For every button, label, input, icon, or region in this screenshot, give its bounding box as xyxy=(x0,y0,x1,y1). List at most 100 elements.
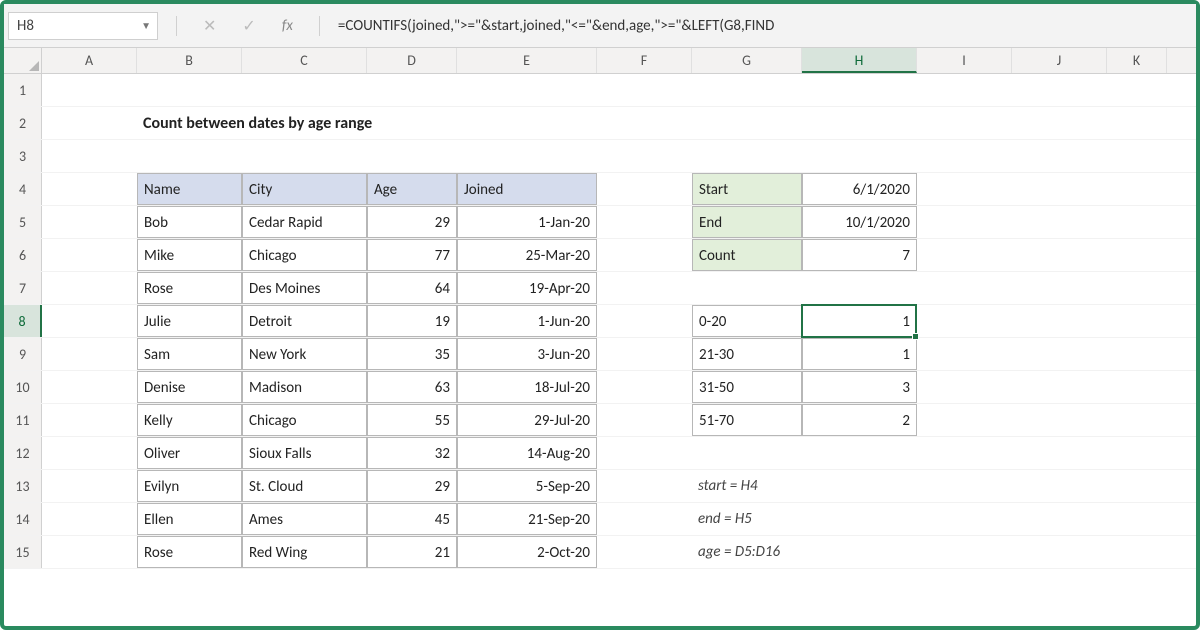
cell[interactable]: 2-Oct-20 xyxy=(457,536,597,568)
cell[interactable] xyxy=(1012,305,1107,337)
cell[interactable]: Oliver xyxy=(137,437,242,469)
cell[interactable]: 3 xyxy=(802,371,917,403)
cell[interactable] xyxy=(917,404,1012,436)
cell[interactable] xyxy=(597,239,692,271)
cell[interactable]: 1 xyxy=(802,305,917,337)
cell[interactable]: 45 xyxy=(367,503,457,535)
cell[interactable] xyxy=(597,536,692,568)
row-header[interactable]: 12 xyxy=(4,437,42,469)
cell[interactable]: 21-30 xyxy=(692,338,802,370)
cell[interactable] xyxy=(42,74,137,106)
cell[interactable] xyxy=(1107,107,1167,139)
cell[interactable] xyxy=(42,371,137,403)
row-header[interactable]: 13 xyxy=(4,470,42,502)
cell[interactable]: end = H5 xyxy=(692,503,802,535)
cell[interactable] xyxy=(367,140,457,172)
col-header-K[interactable]: K xyxy=(1107,48,1167,73)
cell[interactable] xyxy=(42,503,137,535)
cell[interactable]: Madison xyxy=(242,371,367,403)
cell[interactable] xyxy=(1012,437,1107,469)
cell[interactable] xyxy=(1107,470,1167,502)
cell[interactable] xyxy=(42,140,137,172)
cell[interactable]: Des Moines xyxy=(242,272,367,304)
cell[interactable]: 0-20 xyxy=(692,305,802,337)
cell[interactable]: City xyxy=(242,173,367,205)
cancel-icon[interactable]: ✕ xyxy=(203,16,216,36)
cell[interactable]: Ames xyxy=(242,503,367,535)
col-header-D[interactable]: D xyxy=(367,48,457,73)
cell[interactable]: 31-50 xyxy=(692,371,802,403)
cell[interactable] xyxy=(802,503,917,535)
cell[interactable] xyxy=(917,338,1012,370)
cell[interactable] xyxy=(802,272,917,304)
cell[interactable]: 1-Jun-20 xyxy=(457,305,597,337)
select-all-corner[interactable] xyxy=(4,48,42,73)
cell[interactable] xyxy=(597,272,692,304)
cell[interactable]: Chicago xyxy=(242,404,367,436)
row-header[interactable]: 5 xyxy=(4,206,42,238)
cell[interactable] xyxy=(457,107,597,139)
cell[interactable]: New York xyxy=(242,338,367,370)
col-header-B[interactable]: B xyxy=(137,48,242,73)
cell[interactable]: Rose xyxy=(137,536,242,568)
cell[interactable] xyxy=(917,470,1012,502)
cell[interactable]: Cedar Rapid xyxy=(242,206,367,238)
row-header[interactable]: 15 xyxy=(4,536,42,568)
fx-icon[interactable]: fx xyxy=(282,17,293,35)
cell[interactable] xyxy=(1012,206,1107,238)
cell[interactable]: 2 xyxy=(802,404,917,436)
cell[interactable] xyxy=(917,140,1012,172)
cell[interactable] xyxy=(597,470,692,502)
cell[interactable] xyxy=(917,206,1012,238)
cell[interactable] xyxy=(1012,503,1107,535)
cell[interactable] xyxy=(917,371,1012,403)
cell[interactable] xyxy=(917,272,1012,304)
cell[interactable] xyxy=(1107,206,1167,238)
cell[interactable] xyxy=(802,107,917,139)
cell[interactable] xyxy=(1012,470,1107,502)
col-header-F[interactable]: F xyxy=(597,48,692,73)
cell[interactable]: 21 xyxy=(367,536,457,568)
cell[interactable]: Start xyxy=(692,173,802,205)
cell[interactable] xyxy=(42,107,137,139)
cell[interactable] xyxy=(802,74,917,106)
cell[interactable]: 10/1/2020 xyxy=(802,206,917,238)
cell[interactable] xyxy=(597,140,692,172)
cell[interactable] xyxy=(42,437,137,469)
cell[interactable] xyxy=(917,107,1012,139)
row-header[interactable]: 10 xyxy=(4,371,42,403)
cell[interactable] xyxy=(1012,536,1107,568)
cell[interactable] xyxy=(917,239,1012,271)
cell[interactable] xyxy=(802,470,917,502)
cell[interactable]: Joined xyxy=(457,173,597,205)
cell[interactable] xyxy=(42,404,137,436)
cell[interactable] xyxy=(1107,404,1167,436)
cell[interactable] xyxy=(42,338,137,370)
row-header[interactable]: 14 xyxy=(4,503,42,535)
cell[interactable]: 77 xyxy=(367,239,457,271)
cell[interactable] xyxy=(1012,74,1107,106)
cell[interactable] xyxy=(597,305,692,337)
cell[interactable] xyxy=(1107,503,1167,535)
cell[interactable]: 21-Sep-20 xyxy=(457,503,597,535)
cell[interactable] xyxy=(42,272,137,304)
cell[interactable]: 14-Aug-20 xyxy=(457,437,597,469)
row-header[interactable]: 11 xyxy=(4,404,42,436)
cell[interactable] xyxy=(1107,173,1167,205)
cell[interactable]: End xyxy=(692,206,802,238)
row-header[interactable]: 2 xyxy=(4,107,42,139)
cell[interactable]: age = D5:D16 xyxy=(692,536,802,568)
cell[interactable]: 25-Mar-20 xyxy=(457,239,597,271)
cell[interactable] xyxy=(597,173,692,205)
cell[interactable]: Ellen xyxy=(137,503,242,535)
col-header-H[interactable]: H xyxy=(802,48,917,73)
cell[interactable] xyxy=(137,140,242,172)
cell[interactable]: 1-Jan-20 xyxy=(457,206,597,238)
cell[interactable]: 29 xyxy=(367,470,457,502)
cell[interactable] xyxy=(242,107,367,139)
cell[interactable] xyxy=(1012,272,1107,304)
cell[interactable] xyxy=(1107,74,1167,106)
spreadsheet-grid[interactable]: A B C D E F G H I J K 12Count between da… xyxy=(4,48,1196,569)
cell[interactable] xyxy=(1012,173,1107,205)
name-box[interactable]: H8 ▼ xyxy=(8,12,158,40)
